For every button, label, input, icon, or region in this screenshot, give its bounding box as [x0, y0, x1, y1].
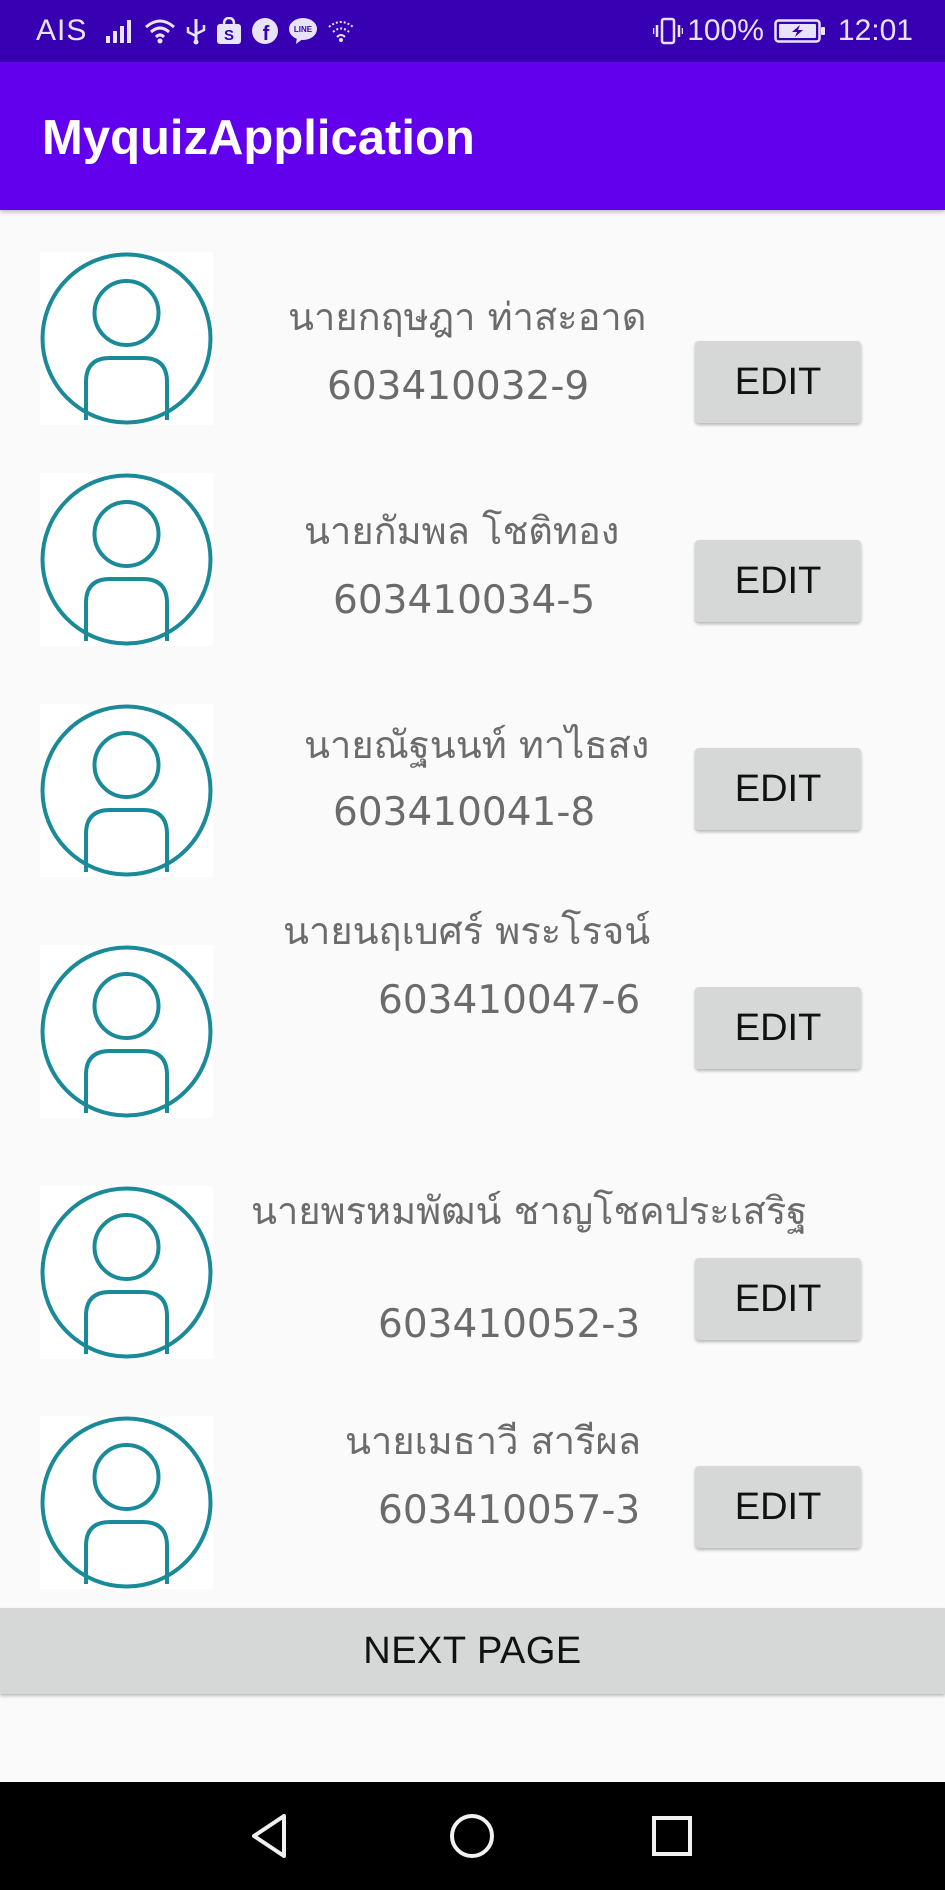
carrier-label: AIS [36, 14, 88, 47]
user-avatar-icon [40, 252, 213, 425]
student-name: นายกัมพล โชติทอง [304, 509, 620, 553]
student-name: นายณัฐนนท์ ทาไธสง [304, 723, 650, 767]
student-id: 603410034-5 [333, 578, 596, 623]
wifi-hotspot-icon [327, 19, 355, 43]
avatar [40, 1186, 213, 1359]
battery-percent: 100% [687, 14, 764, 47]
avatar [40, 704, 213, 877]
avatar [40, 473, 213, 646]
shopee-icon: S [216, 17, 242, 45]
student-id: 603410057-3 [378, 1488, 641, 1533]
edit-button[interactable]: EDIT [695, 1466, 861, 1548]
edit-button[interactable]: EDIT [695, 987, 861, 1069]
battery-charging-icon [774, 18, 826, 44]
avatar [40, 1416, 213, 1589]
status-bar: AIS S f LINE 100% 12:01 [0, 0, 945, 62]
user-avatar-icon [40, 704, 213, 877]
user-avatar-icon [40, 473, 213, 646]
recents-icon[interactable] [617, 1782, 727, 1890]
student-id: 603410047-6 [378, 978, 641, 1023]
avatar [40, 252, 213, 425]
student-name: นายเมธาวี สารีผล [345, 1419, 642, 1463]
edit-button[interactable]: EDIT [695, 341, 861, 423]
student-name: นายพรหมพัฒน์ ชาญโชคประเสริฐ [251, 1189, 808, 1233]
notification-icons: S f LINE [105, 17, 364, 45]
facebook-icon: f [251, 17, 279, 45]
svg-text:f: f [263, 23, 270, 45]
svg-text:LINE: LINE [294, 25, 313, 34]
usb-icon [185, 17, 207, 45]
list-item: นายนฤเบศร์ พระโรจน์ 603410047-6 EDIT [0, 900, 945, 1118]
svg-text:S: S [224, 27, 234, 44]
list-item: นายเมธาวี สารีผล 603410057-3 EDIT [0, 1410, 945, 1610]
edit-button[interactable]: EDIT [695, 540, 861, 622]
signal-bars-icon [105, 18, 135, 44]
list-item: นายณัฐนนท์ ทาไธสง 603410041-8 EDIT [0, 700, 945, 900]
list-item: นายพรหมพัฒน์ ชาญโชคประเสริฐ 603410052-3 … [0, 1180, 945, 1380]
status-bar-right: 100% 12:01 [653, 0, 913, 62]
app-bar: MyquizApplication [0, 62, 945, 210]
student-id: 603410032-9 [327, 364, 590, 409]
student-name: นายกฤษฎา ท่าสะอาด [288, 295, 647, 339]
avatar [40, 945, 213, 1118]
edit-button[interactable]: EDIT [695, 748, 861, 830]
student-id: 603410041-8 [333, 790, 596, 835]
wifi-icon [144, 18, 176, 44]
status-bar-left: AIS S f LINE [36, 0, 364, 62]
edit-button[interactable]: EDIT [695, 1258, 861, 1340]
student-id: 603410052-3 [378, 1302, 641, 1347]
app-title: MyquizApplication [42, 111, 475, 165]
list-item: นายกฤษฎา ท่าสะอาด 603410032-9 EDIT [0, 250, 945, 450]
list-item: นายกัมพล โชติทอง 603410034-5 EDIT [0, 470, 945, 670]
clock: 12:01 [837, 14, 913, 47]
next-page-button[interactable]: NEXT PAGE [0, 1608, 945, 1694]
navigation-bar [0, 1782, 945, 1890]
user-avatar-icon [40, 945, 213, 1118]
vibrate-icon [653, 17, 684, 45]
back-icon[interactable] [216, 1782, 326, 1890]
user-avatar-icon [40, 1186, 213, 1359]
line-icon: LINE [288, 17, 318, 45]
student-name: นายนฤเบศร์ พระโรจน์ [283, 909, 651, 953]
user-avatar-icon [40, 1416, 213, 1589]
home-icon[interactable] [417, 1782, 527, 1890]
